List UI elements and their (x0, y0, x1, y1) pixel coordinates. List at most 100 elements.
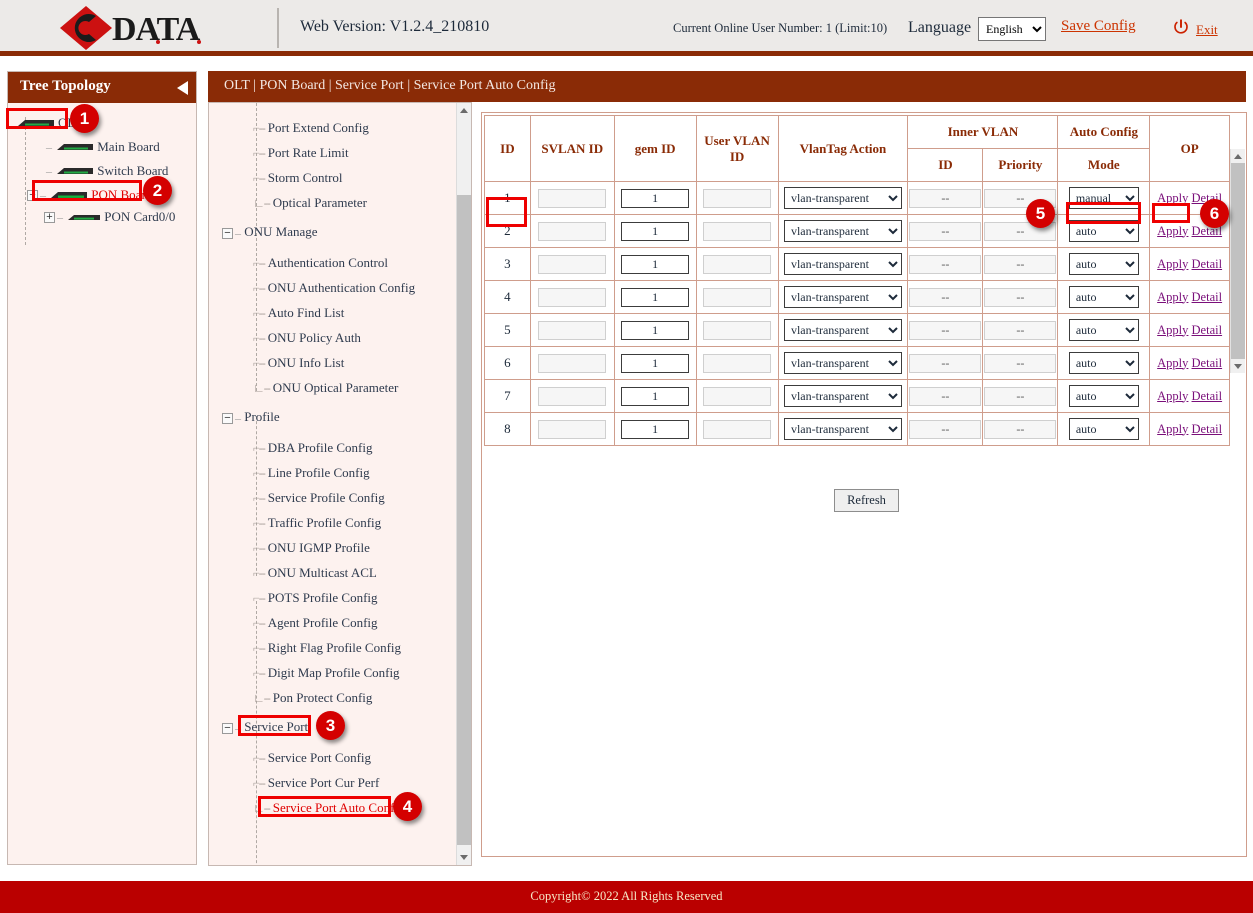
menu-item-digit-map-profile-config[interactable]: ⌐--Digit Map Profile Config (253, 665, 400, 681)
inner-vlan-priority-input[interactable] (984, 288, 1056, 307)
detail-link[interactable]: Detail (1192, 323, 1223, 337)
menu-item-onu-optical-parameter[interactable]: ∟--ONU Optical Parameter (253, 380, 398, 396)
gem-id-input[interactable] (621, 387, 689, 406)
vlantag-action-select[interactable]: vlan-transparentvlan-translationvlan-qin… (784, 418, 902, 440)
inner-vlan-id-input[interactable] (909, 189, 981, 208)
user-vlan-id-input[interactable] (703, 420, 771, 439)
menu-item-onu-info-list[interactable]: ⌐--ONU Info List (253, 355, 344, 371)
user-vlan-id-input[interactable] (703, 222, 771, 241)
menu-item-onu-authentication-config[interactable]: ⌐--ONU Authentication Config (253, 280, 415, 296)
table-scrollbar[interactable] (1230, 149, 1244, 373)
auto-config-mode-select[interactable]: automanual (1069, 253, 1139, 275)
vlantag-action-select[interactable]: vlan-transparentvlan-translationvlan-qin… (784, 385, 902, 407)
inner-vlan-id-input[interactable] (909, 321, 981, 340)
menu-item-line-profile-config[interactable]: ⌐--Line Profile Config (253, 465, 370, 481)
menu-scroll-down-button[interactable] (457, 850, 472, 865)
tree-node-main-board[interactable]: – Main Board (46, 138, 160, 155)
menu-expander-minus-icon[interactable]: − (222, 723, 233, 734)
inner-vlan-id-input[interactable] (909, 222, 981, 241)
menu-item-port-extend-config[interactable]: ⌐--Port Extend Config (253, 120, 369, 136)
menu-scrollbar[interactable] (456, 103, 471, 865)
menu-item-optical-parameter[interactable]: ∟--Optical Parameter (253, 195, 367, 211)
auto-config-mode-select[interactable]: automanual (1069, 286, 1139, 308)
detail-link[interactable]: Detail (1192, 422, 1223, 436)
svlan-id-input[interactable] (538, 387, 606, 406)
menu-group-profile[interactable]: −– Profile (222, 409, 280, 426)
inner-vlan-id-input[interactable] (909, 288, 981, 307)
tree-expander-plus-icon[interactable]: + (44, 212, 55, 223)
vlantag-action-select[interactable]: vlan-transparentvlan-translationvlan-qin… (784, 319, 902, 341)
gem-id-input[interactable] (621, 222, 689, 241)
menu-item-pon-protect-config[interactable]: ∟--Pon Protect Config (253, 690, 372, 706)
inner-vlan-priority-input[interactable] (984, 387, 1056, 406)
menu-item-auto-find-list[interactable]: ⌐--Auto Find List (253, 305, 344, 321)
apply-link[interactable]: Apply (1157, 422, 1188, 436)
apply-link[interactable]: Apply (1157, 356, 1188, 370)
menu-item-dba-profile-config[interactable]: ⌐--DBA Profile Config (253, 440, 373, 456)
collapse-left-arrow-icon[interactable] (177, 81, 188, 95)
auto-config-mode-select[interactable]: automanual (1069, 418, 1139, 440)
apply-link[interactable]: Apply (1157, 389, 1188, 403)
auto-config-mode-select[interactable]: automanual (1069, 352, 1139, 374)
svlan-id-input[interactable] (538, 354, 606, 373)
gem-id-input[interactable] (621, 321, 689, 340)
inner-vlan-priority-input[interactable] (984, 189, 1056, 208)
svlan-id-input[interactable] (538, 189, 606, 208)
table-scrollbar-thumb[interactable] (1231, 163, 1245, 359)
tree-node-pon-board[interactable]: −– PON Board (27, 186, 152, 203)
gem-id-input[interactable] (621, 288, 689, 307)
menu-item-service-port-config[interactable]: ⌐--Service Port Config (253, 750, 371, 766)
inner-vlan-priority-input[interactable] (984, 255, 1056, 274)
detail-link[interactable]: Detail (1192, 257, 1223, 271)
apply-link[interactable]: Apply (1157, 290, 1188, 304)
apply-link[interactable]: Apply (1157, 191, 1188, 205)
apply-link[interactable]: Apply (1157, 323, 1188, 337)
auto-config-mode-select[interactable]: automanual (1069, 385, 1139, 407)
auto-config-mode-select[interactable]: automanual (1069, 187, 1139, 209)
table-scroll-up-button[interactable] (1231, 149, 1245, 163)
inner-vlan-priority-input[interactable] (984, 420, 1056, 439)
tree-node-switch-board[interactable]: – Switch Board (46, 162, 168, 179)
gem-id-input[interactable] (621, 354, 689, 373)
menu-scroll-up-button[interactable] (457, 103, 472, 118)
gem-id-input[interactable] (621, 420, 689, 439)
apply-link[interactable]: Apply (1157, 224, 1188, 238)
vlantag-action-select[interactable]: vlan-transparentvlan-translationvlan-qin… (784, 220, 902, 242)
tree-node-pon-card[interactable]: +– PON Card0/0 (44, 208, 175, 225)
menu-expander-minus-icon[interactable]: − (222, 413, 233, 424)
menu-item-port-rate-limit[interactable]: ⌐--Port Rate Limit (253, 145, 349, 161)
apply-link[interactable]: Apply (1157, 257, 1188, 271)
refresh-button[interactable]: Refresh (834, 489, 899, 512)
vlantag-action-select[interactable]: vlan-transparentvlan-translationvlan-qin… (784, 352, 902, 374)
menu-scrollbar-thumb[interactable] (457, 195, 472, 845)
tree-node-olt[interactable]: OLT (16, 114, 82, 131)
detail-link[interactable]: Detail (1192, 356, 1223, 370)
menu-item-storm-control[interactable]: ⌐--Storm Control (253, 170, 343, 186)
tree-expander-minus-icon[interactable]: − (27, 190, 38, 201)
detail-link[interactable]: Detail (1192, 290, 1223, 304)
inner-vlan-id-input[interactable] (909, 420, 981, 439)
user-vlan-id-input[interactable] (703, 321, 771, 340)
gem-id-input[interactable] (621, 255, 689, 274)
menu-item-authentication-control[interactable]: ⌐--Authentication Control (253, 255, 388, 271)
svlan-id-input[interactable] (538, 420, 606, 439)
svlan-id-input[interactable] (538, 222, 606, 241)
user-vlan-id-input[interactable] (703, 387, 771, 406)
menu-item-right-flag-profile-config[interactable]: ⌐--Right Flag Profile Config (253, 640, 401, 656)
menu-expander-minus-icon[interactable]: − (222, 228, 233, 239)
auto-config-mode-select[interactable]: automanual (1069, 319, 1139, 341)
detail-link[interactable]: Detail (1192, 191, 1223, 205)
vlantag-action-select[interactable]: vlan-transparentvlan-translationvlan-qin… (784, 253, 902, 275)
inner-vlan-id-input[interactable] (909, 387, 981, 406)
menu-item-service-port-auto-config[interactable]: ∟--Service Port Auto Config (253, 800, 405, 816)
detail-link[interactable]: Detail (1192, 389, 1223, 403)
inner-vlan-priority-input[interactable] (984, 354, 1056, 373)
inner-vlan-id-input[interactable] (909, 354, 981, 373)
user-vlan-id-input[interactable] (703, 189, 771, 208)
svlan-id-input[interactable] (538, 321, 606, 340)
inner-vlan-id-input[interactable] (909, 255, 981, 274)
user-vlan-id-input[interactable] (703, 354, 771, 373)
user-vlan-id-input[interactable] (703, 255, 771, 274)
vlantag-action-select[interactable]: vlan-transparentvlan-translationvlan-qin… (784, 187, 902, 209)
menu-group-onu-manage[interactable]: −– ONU Manage (222, 224, 318, 241)
